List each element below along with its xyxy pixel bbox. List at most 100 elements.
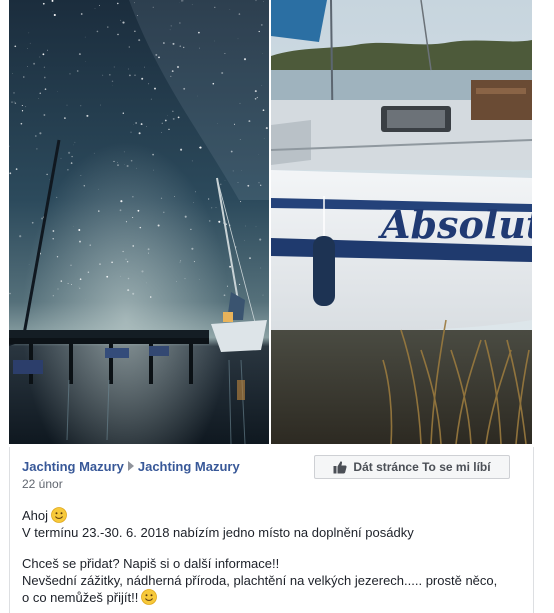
like-page-button[interactable]: Dát stránce To se mi líbí (314, 455, 510, 479)
star (218, 220, 221, 223)
star (226, 285, 229, 287)
star (21, 110, 24, 112)
star (86, 114, 89, 117)
smile-emoji-icon (141, 589, 158, 605)
star (180, 148, 183, 151)
photo-night-sailboats[interactable] (9, 0, 269, 444)
star (71, 155, 73, 158)
star (113, 66, 115, 68)
star (23, 76, 25, 78)
post-text: Ahoj V termínu 23.-30. 6. 2018 nabízím j… (22, 507, 527, 606)
star (154, 87, 156, 90)
author-link[interactable]: Jachting Mazury (22, 459, 124, 474)
star (78, 229, 81, 231)
star (44, 88, 47, 90)
star (64, 117, 66, 119)
star (135, 122, 137, 124)
star (69, 73, 71, 75)
photo-boat-absolut[interactable]: Absolut (271, 0, 532, 444)
star (167, 115, 168, 116)
like-page-label: Dát stránce To se mi líbí (353, 460, 491, 474)
star (117, 33, 119, 36)
star (127, 68, 129, 70)
star (72, 226, 74, 227)
star (42, 53, 45, 56)
star (52, 295, 54, 297)
text-line-greeting: Ahoj (22, 507, 527, 524)
star (122, 250, 124, 253)
star (93, 152, 95, 154)
star (126, 260, 129, 263)
star (180, 260, 182, 262)
star (255, 226, 257, 228)
star (211, 207, 213, 209)
star (52, 238, 54, 240)
star (194, 191, 196, 193)
star (132, 245, 134, 247)
star (129, 74, 131, 77)
star (21, 104, 23, 107)
star (78, 53, 81, 56)
star (172, 117, 175, 120)
star (141, 270, 144, 273)
star (83, 185, 85, 187)
star (122, 21, 125, 24)
star (42, 2, 45, 5)
star (123, 151, 125, 153)
star (14, 45, 17, 48)
closing-text: o co nemůžeš přijít!! (22, 590, 139, 605)
star (73, 144, 74, 146)
text-line-closing: o co nemůžeš přijít!! (22, 589, 527, 606)
star (191, 247, 194, 250)
thumbs-up-icon (333, 461, 347, 474)
star (130, 159, 133, 162)
star (190, 228, 192, 231)
star (68, 151, 71, 154)
star (120, 19, 122, 21)
target-page-link[interactable]: Jachting Mazury (138, 459, 240, 474)
star (147, 248, 150, 251)
star (139, 226, 142, 229)
star (79, 287, 81, 289)
star (53, 13, 56, 17)
star (138, 132, 141, 135)
star (102, 74, 104, 76)
text-line-description: Nevšední zážitky, nádherná příroda, plac… (22, 573, 498, 588)
star (36, 148, 38, 150)
star (215, 207, 217, 208)
star (148, 83, 150, 85)
star (260, 267, 262, 269)
star (145, 126, 147, 127)
star (132, 196, 134, 198)
star (56, 196, 58, 198)
star (106, 275, 109, 278)
star (12, 73, 13, 74)
boat-name-text: Absolut (378, 202, 532, 247)
star (117, 2, 119, 5)
star (193, 201, 194, 203)
star (174, 196, 175, 197)
star (99, 5, 100, 6)
text-line-question: Chceš se přidat? Napiš si o další inform… (22, 556, 280, 571)
star (245, 225, 246, 227)
star (127, 277, 130, 280)
post-date[interactable]: 22 únor (22, 477, 63, 491)
greeting-text: Ahoj (22, 508, 49, 523)
star (57, 288, 59, 290)
star (140, 123, 143, 126)
star (239, 283, 241, 285)
star (122, 112, 124, 114)
star (138, 39, 141, 42)
star (164, 119, 167, 122)
star (132, 292, 135, 295)
star (223, 294, 226, 297)
star (39, 56, 41, 58)
star (107, 26, 109, 28)
star (152, 153, 154, 156)
star (262, 294, 264, 296)
star (111, 261, 113, 264)
star (128, 46, 130, 48)
star (120, 200, 123, 203)
star (79, 240, 81, 243)
post-footer: Jachting Mazury Jachting Mazury 22 únor D… (9, 447, 534, 613)
